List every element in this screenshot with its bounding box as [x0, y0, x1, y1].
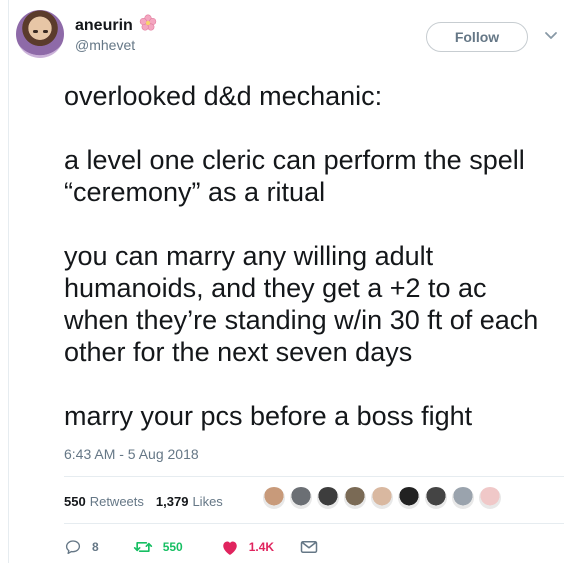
liker-avatar[interactable]	[343, 486, 367, 510]
avatar-eye	[43, 30, 48, 33]
engagement-stats: 550 Retweets 1,379 Likes	[64, 488, 235, 514]
liker-avatar[interactable]	[316, 486, 340, 510]
cherry-blossom-icon	[139, 14, 157, 37]
likes-label: Likes	[192, 493, 223, 509]
liker-avatar[interactable]	[262, 486, 286, 510]
tweet: aneurin @mhevet Follow overlooked d&d me…	[14, 6, 564, 555]
follow-button[interactable]: Follow	[426, 22, 528, 52]
reply-count: 8	[92, 540, 99, 554]
envelope-icon	[300, 541, 318, 553]
retweet-button[interactable]: 550	[133, 538, 183, 556]
like-count: 1.4K	[248, 540, 275, 554]
divider	[64, 523, 564, 524]
divider	[64, 476, 564, 477]
liker-avatar[interactable]	[424, 486, 448, 510]
retweets-stat[interactable]: 550 Retweets	[64, 494, 144, 509]
likes-stat[interactable]: 1,379 Likes	[156, 494, 223, 509]
timeline-rule	[8, 0, 9, 563]
heart-icon	[222, 541, 237, 555]
like-button[interactable]: 1.4K	[221, 539, 274, 556]
tweet-actions: 8 550 1.4K	[64, 534, 328, 560]
tweet-paragraph: a level one cleric can perform the spell…	[64, 145, 525, 207]
user-handle[interactable]: @mhevet	[75, 37, 135, 53]
tweet-paragraph: marry your pcs before a boss fight	[64, 401, 473, 431]
liker-avatar[interactable]	[451, 486, 475, 510]
tweet-paragraph: you can marry any willing adult humanoid…	[64, 241, 539, 367]
likes-count: 1,379	[155, 493, 189, 509]
liker-avatars	[262, 486, 505, 510]
tweet-timestamp[interactable]: 6:43 AM - 5 Aug 2018	[64, 446, 199, 462]
direct-message-button[interactable]	[300, 540, 328, 554]
chevron-down-icon[interactable]	[544, 28, 558, 47]
liker-avatar[interactable]	[289, 486, 313, 510]
retweets-label: Retweets	[89, 493, 144, 509]
liker-avatar[interactable]	[370, 486, 394, 510]
reply-icon	[65, 540, 81, 555]
liker-avatar[interactable]	[478, 486, 502, 510]
reply-button[interactable]: 8	[64, 538, 99, 556]
tweet-header: aneurin @mhevet Follow	[14, 6, 564, 64]
liker-avatar[interactable]	[397, 486, 421, 510]
retweet-icon	[133, 541, 152, 552]
avatar-eye	[33, 30, 38, 33]
retweet-count: 550	[162, 540, 183, 554]
tweet-paragraph: overlooked d&d mechanic:	[64, 81, 383, 111]
retweets-count: 550	[64, 493, 86, 509]
name-row[interactable]: aneurin	[75, 14, 157, 37]
display-name[interactable]: aneurin	[75, 17, 133, 35]
avatar[interactable]	[16, 10, 64, 58]
